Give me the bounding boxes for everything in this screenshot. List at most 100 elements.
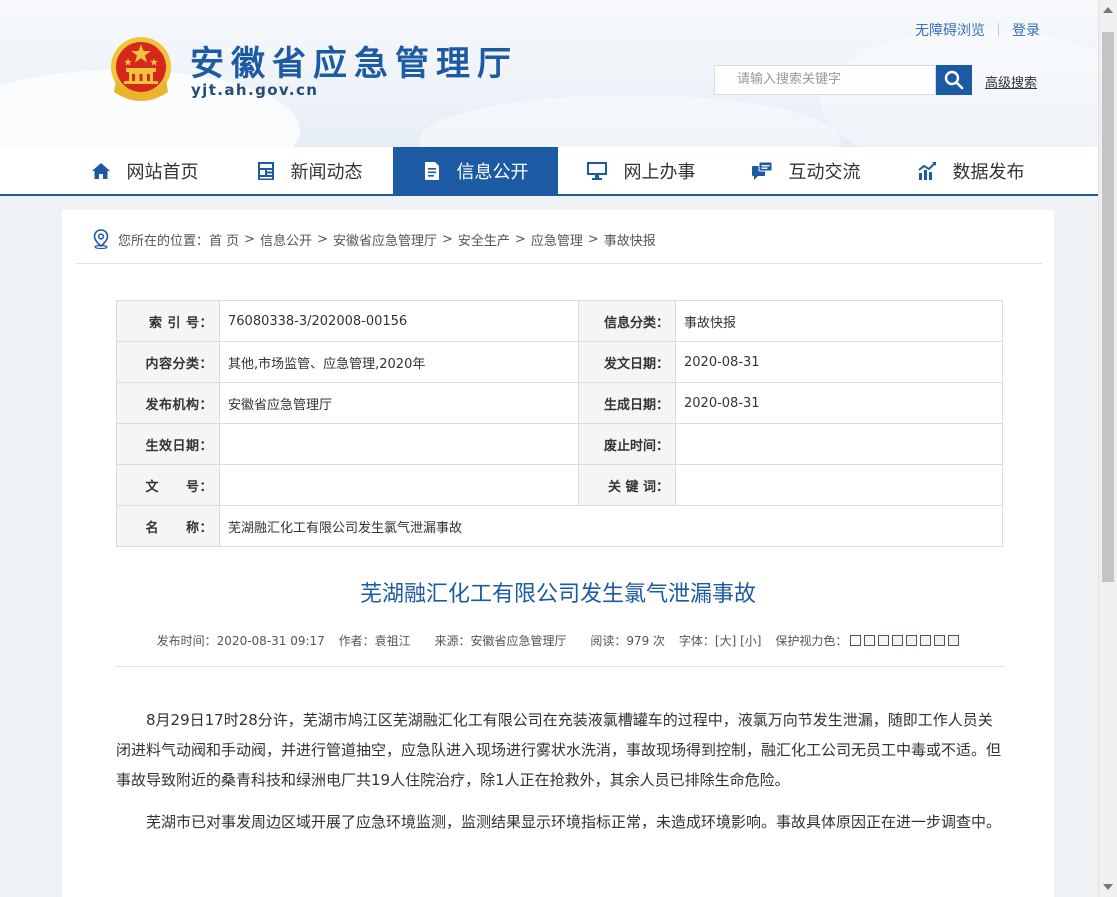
breadcrumb-separator: > [244,231,256,247]
search-button[interactable] [936,65,972,95]
article-info-divider [116,666,1004,667]
nav-item-online-services[interactable]: 网上办事 [558,147,723,194]
breadcrumb-item-emergency-management[interactable]: 应急管理 [531,230,583,249]
article-author: 作者：袁祖江 [338,634,411,648]
meta-label: 发布机构： [116,382,220,424]
meta-value [219,464,579,506]
article-info-bar: 发布时间：2020-08-31 09:17 作者：袁祖江 来源：安徽省应急管理厅… [62,632,1054,649]
nav-item-label: 互动交流 [788,161,861,183]
table-row: 名 称： 芜湖融汇化工有限公司发生氯气泄漏事故 [116,505,1003,547]
meta-label: 信息分类： [578,300,676,342]
nav-item-info-disclosure[interactable]: 信息公开 [393,147,558,194]
meta-value [219,423,579,465]
home-icon [91,162,110,179]
color-swatch-white[interactable] [850,635,862,646]
table-row: 索 引 号： 76080338-3/202008-00156 信息分类： 事故快… [116,300,1003,342]
breadcrumb-item-home[interactable]: 首 页 [209,230,239,249]
breadcrumb-item-safety-production[interactable]: 安全生产 [458,230,510,249]
meta-label: 名 称： [116,505,220,547]
table-row: 内容分类： 其他,市场监管、应急管理,2020年 发文日期： 2020-08-3… [116,341,1003,383]
color-swatch-gray[interactable] [948,635,960,646]
vertical-scrollbar[interactable] [1098,0,1117,897]
location-pin-icon [93,229,109,249]
main-nav: 网站首页 新闻动态 信息公开 网上办事 互动交流 数据发布 [0,147,1098,196]
color-swatch-green[interactable] [906,635,918,646]
meta-value: 其他,市场监管、应急管理,2020年 [219,341,579,383]
table-row: 发布机构： 安徽省应急管理厅 生成日期： 2020-08-31 [116,382,1003,424]
meta-value: 2020-08-31 [675,382,1003,424]
meta-value [675,423,1003,465]
top-links: 无障碍浏览 登录 [915,20,1040,40]
color-swatch-cream[interactable] [892,635,904,646]
breadcrumb: 您所在的位置： 首 页 > 信息公开 > 安徽省应急管理厅 > 安全生产 > 应… [92,228,656,250]
breadcrumb-separator: > [514,231,526,247]
color-swatch-purple[interactable] [934,635,946,646]
meta-label: 关 键 词： [578,464,676,506]
article-source: 来源：安徽省应急管理厅 [434,634,567,648]
nav-item-data-release[interactable]: 数据发布 [888,147,1053,194]
site-header: 安徽省应急管理厅 yjt.ah.gov.cn 无障碍浏览 登录 请输入搜索关键字… [0,0,1098,147]
eye-protect-label: 保护视力色： [775,634,848,648]
font-large-button[interactable]: [大] [715,634,736,648]
site-domain: yjt.ah.gov.cn [191,81,319,99]
national-emblem-icon [111,37,171,101]
meta-value: 76080338-3/202008-00156 [219,300,579,342]
meta-value: 事故快报 [675,300,1003,342]
nav-item-label: 信息公开 [456,161,529,183]
article-paragraph: 芜湖市已对事发周边区域开展了应急环境监测，监测结果显示环境指标正常，未造成环境影… [146,813,1002,831]
accessibility-link[interactable]: 无障碍浏览 [915,20,985,40]
advanced-search-link[interactable]: 高级搜索 [985,72,1037,91]
scrollbar-thumb[interactable] [1102,32,1114,582]
meta-label: 生成日期： [578,382,676,424]
breadcrumb-separator: > [587,231,599,247]
breadcrumb-separator: > [317,231,328,247]
search-input[interactable]: 请输入搜索关键字 [714,65,936,95]
font-small-button[interactable]: [小] [740,634,761,648]
nav-item-news[interactable]: 新闻动态 [227,147,392,194]
header-cloud-decoration [420,95,840,147]
nav-item-label: 新闻动态 [290,161,363,183]
table-row: 生效日期： 废止时间： [116,423,1003,465]
meta-label: 发文日期： [578,341,676,383]
font-size-label: 字体： [678,634,715,648]
meta-label: 索 引 号： [116,300,220,342]
scroll-down-arrow-icon[interactable] [1103,884,1113,890]
top-links-divider [998,23,999,37]
color-swatch-beige[interactable] [864,635,876,646]
monitor-icon [586,161,607,180]
meta-value: 芜湖融汇化工有限公司发生氯气泄漏事故 [219,505,1003,547]
breadcrumb-item-department[interactable]: 安徽省应急管理厅 [333,230,437,249]
publish-time: 发布时间：2020-08-31 09:17 [156,634,325,648]
news-icon [257,161,274,180]
meta-value: 2020-08-31 [675,341,1003,383]
breadcrumb-item-accident-report[interactable]: 事故快报 [604,230,656,249]
view-count: 阅读：979 次 [590,634,666,648]
nav-item-home[interactable]: 网站首页 [62,147,227,194]
metadata-table: 索 引 号： 76080338-3/202008-00156 信息分类： 事故快… [116,300,1003,547]
nav-item-label: 数据发布 [952,161,1025,183]
nav-item-label: 网上办事 [623,161,696,183]
article-paragraph: 8月29日17时28分许，芜湖市鸠江区芜湖融汇化工有限公司在充装液氯槽罐车的过程… [116,711,1002,789]
meta-label: 生效日期： [116,423,220,465]
site-title[interactable]: 安徽省应急管理厅 [190,36,518,85]
scroll-up-arrow-icon[interactable] [1103,7,1113,13]
nav-item-label: 网站首页 [126,161,199,183]
color-swatch-blue[interactable] [920,635,932,646]
chart-icon [917,161,936,180]
nav-item-interaction[interactable]: 互动交流 [723,147,888,194]
breadcrumb-item-info-disclosure[interactable]: 信息公开 [260,230,312,249]
search-icon [944,70,964,90]
meta-value [675,464,1003,506]
chat-icon [751,161,772,180]
breadcrumb-divider [76,263,1042,264]
document-icon [424,161,439,180]
color-swatch-pink[interactable] [878,635,890,646]
login-link[interactable]: 登录 [1012,20,1040,40]
breadcrumb-prefix: 您所在的位置： [118,233,210,249]
table-row: 文 号： 关 键 词： [116,464,1003,506]
meta-label: 内容分类： [116,341,220,383]
breadcrumb-separator: > [442,231,453,247]
article-title: 芜湖融汇化工有限公司发生氯气泄漏事故 [359,582,756,607]
content-panel: 您所在的位置： 首 页 > 信息公开 > 安徽省应急管理厅 > 安全生产 > 应… [62,210,1054,897]
meta-label: 废止时间： [578,423,676,465]
